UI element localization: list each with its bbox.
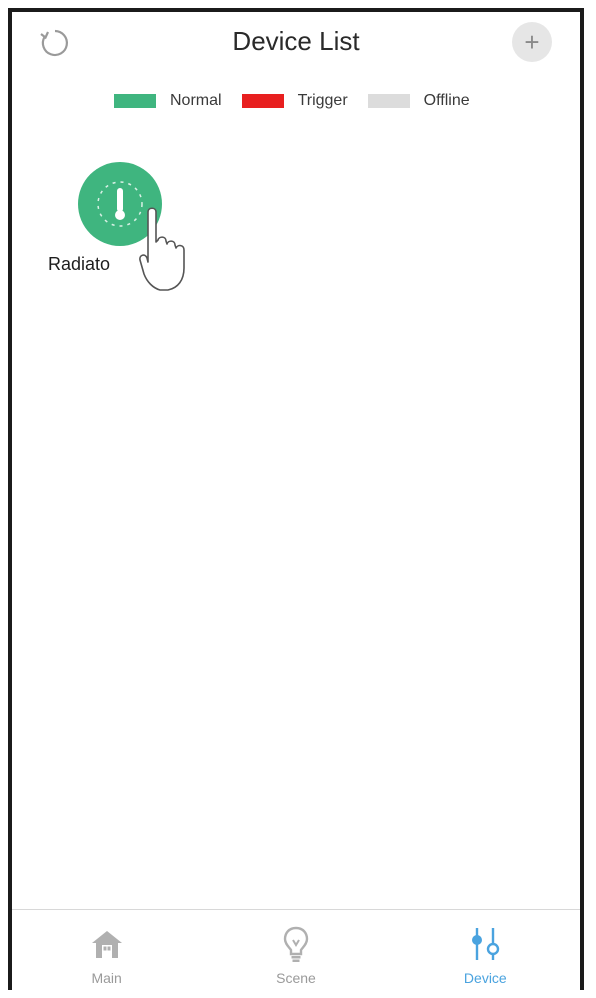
tab-label: Device (463, 970, 507, 986)
tab-device[interactable]: Device (391, 910, 580, 990)
legend-label: Offline (423, 92, 470, 109)
legend-label: Trigger (297, 92, 348, 109)
tab-main[interactable]: Main (12, 910, 201, 990)
legend-item-offline: Offline (367, 92, 470, 110)
legend-item-normal: Normal (114, 92, 222, 110)
tab-label: Scene (276, 970, 316, 986)
legend-swatch-normal (114, 94, 156, 108)
legend-swatch-trigger (241, 94, 284, 108)
device-label: Radiato (48, 254, 111, 274)
legend-item-trigger: Trigger (241, 92, 348, 110)
sliders-icon (465, 924, 505, 964)
legend-label: Normal (170, 92, 222, 109)
plus-icon: + (524, 27, 540, 57)
add-device-button[interactable]: + (512, 22, 552, 62)
page-title: Device List (232, 26, 360, 56)
lightbulb-icon (276, 924, 316, 964)
bottom-tab-bar: Main Scene Device (12, 909, 580, 990)
device-tile[interactable]: Radiato (48, 162, 198, 302)
home-icon (87, 924, 127, 964)
tab-scene[interactable]: Scene (201, 910, 390, 990)
tap-hand-icon (139, 207, 185, 291)
status-legend: Normal Trigger Offline (114, 92, 490, 110)
app-frame: Device List + Normal Trigger Offline Rad… (8, 8, 584, 990)
tab-label: Main (91, 970, 122, 986)
legend-swatch-offline (367, 94, 410, 108)
header: Device List + (12, 12, 580, 76)
